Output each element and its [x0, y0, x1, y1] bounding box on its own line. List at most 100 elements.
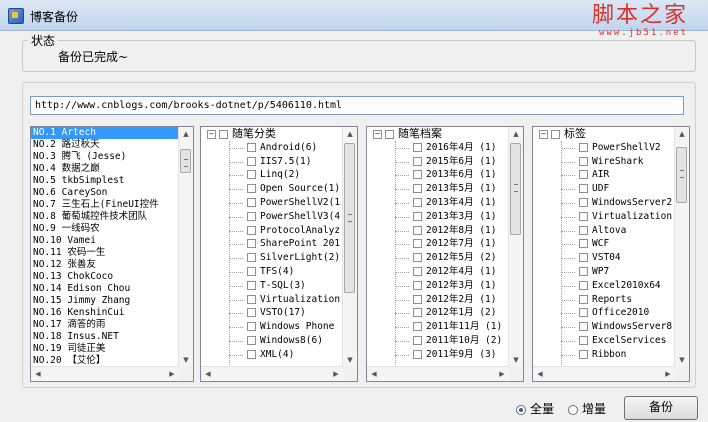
- checkbox[interactable]: [413, 156, 422, 166]
- tree-node[interactable]: Virtualization: [201, 293, 343, 307]
- scroll-down-icon[interactable]: ▼: [179, 353, 193, 367]
- blog-list-hscrollbar[interactable]: ◀ ▶: [31, 366, 179, 381]
- tags-tree[interactable]: − 标签 PowerShellV2 WireShark AIR UDF WindowsSe…: [532, 126, 690, 382]
- scroll-left-icon[interactable]: ◀: [201, 367, 215, 381]
- tree-node[interactable]: 2013年3月 (1): [367, 210, 509, 224]
- checkbox[interactable]: [579, 294, 588, 304]
- tree-node[interactable]: Ribbon: [533, 348, 675, 362]
- archive-tree-root[interactable]: − 随笔档案: [367, 127, 509, 141]
- checkbox[interactable]: [413, 308, 422, 318]
- checkbox[interactable]: [247, 349, 256, 359]
- checkbox[interactable]: [413, 349, 422, 359]
- tree-node[interactable]: Excel2010x64: [533, 279, 675, 293]
- tree-node[interactable]: 2013年5月 (1): [367, 182, 509, 196]
- tree-node[interactable]: 2011年9月 (3): [367, 348, 509, 362]
- blog-list-item[interactable]: NO.3 腾飞 (Jesse): [31, 151, 179, 163]
- tree-node[interactable]: 2013年6月 (1): [367, 168, 509, 182]
- scroll-up-icon[interactable]: ▲: [343, 127, 357, 141]
- checkbox[interactable]: [247, 142, 256, 152]
- blog-list-item[interactable]: NO.9 一线码农: [31, 223, 179, 235]
- tree-node[interactable]: 2015年6月 (1): [367, 155, 509, 169]
- collapse-icon[interactable]: −: [373, 129, 382, 139]
- full-backup-radio[interactable]: 全量: [516, 400, 554, 417]
- tree-node[interactable]: WindowsServer2: [533, 196, 675, 210]
- checkbox[interactable]: [247, 170, 256, 180]
- blog-list-item[interactable]: NO.10 Vamei: [31, 235, 179, 247]
- tree-node[interactable]: T-SQL(3): [201, 279, 343, 293]
- checkbox[interactable]: [579, 142, 588, 152]
- tree-node[interactable]: 2012年7月 (1): [367, 237, 509, 251]
- categories-vscrollbar[interactable]: ▲ ▼: [342, 127, 357, 367]
- tree-node[interactable]: AIR: [533, 168, 675, 182]
- checkbox[interactable]: [579, 266, 588, 276]
- checkbox[interactable]: [579, 280, 588, 290]
- tree-node[interactable]: 2011年11月 (1): [367, 320, 509, 334]
- url-input[interactable]: http://www.cnblogs.com/brooks-dotnet/p/5…: [30, 96, 684, 115]
- checkbox[interactable]: [247, 184, 256, 194]
- blog-list-item[interactable]: NO.12 张善友: [31, 259, 179, 271]
- tree-node[interactable]: Reports: [533, 293, 675, 307]
- blog-list-item[interactable]: NO.17 滴答的雨: [31, 319, 179, 331]
- checkbox[interactable]: [413, 225, 422, 235]
- blog-list-item[interactable]: NO.16 KenshinCui: [31, 307, 179, 319]
- blog-list-item[interactable]: NO.11 农码一生: [31, 247, 179, 259]
- blog-list-item[interactable]: NO.1 Artech: [31, 127, 179, 139]
- tree-node[interactable]: PowerShellV3(4: [201, 210, 343, 224]
- checkbox[interactable]: [247, 266, 256, 276]
- tree-node[interactable]: Altova: [533, 224, 675, 238]
- checkbox[interactable]: [413, 280, 422, 290]
- checkbox[interactable]: [413, 253, 422, 263]
- tree-node[interactable]: XML(4): [201, 348, 343, 362]
- tree-node[interactable]: 2012年8月 (1): [367, 224, 509, 238]
- scroll-up-icon[interactable]: ▲: [179, 127, 193, 141]
- tree-node[interactable]: ExcelServices: [533, 334, 675, 348]
- scroll-right-icon[interactable]: ▶: [329, 367, 343, 381]
- scroll-right-icon[interactable]: ▶: [495, 367, 509, 381]
- archive-vscrollbar[interactable]: ▲ ▼: [508, 127, 523, 367]
- scroll-right-icon[interactable]: ▶: [165, 367, 179, 381]
- tree-node[interactable]: 2012年5月 (2): [367, 251, 509, 265]
- tree-node[interactable]: IIS7.5(1): [201, 155, 343, 169]
- checkbox[interactable]: [413, 142, 422, 152]
- checkbox[interactable]: [413, 170, 422, 180]
- checkbox[interactable]: [579, 349, 588, 359]
- checkbox[interactable]: [247, 253, 256, 263]
- scroll-thumb[interactable]: [344, 143, 355, 293]
- checkbox[interactable]: [579, 184, 588, 194]
- blog-list-item[interactable]: NO.18 Insus.NET: [31, 331, 179, 343]
- scroll-thumb[interactable]: [510, 143, 521, 235]
- checkbox[interactable]: [413, 239, 422, 249]
- blog-list-vscrollbar[interactable]: ▲ ▼: [178, 127, 193, 367]
- checkbox[interactable]: [385, 129, 394, 139]
- tree-node[interactable]: WP7: [533, 265, 675, 279]
- blog-list-item[interactable]: NO.4 数据之巅: [31, 163, 179, 175]
- categories-hscrollbar[interactable]: ◀ ▶: [201, 366, 343, 381]
- radio-unselected-icon[interactable]: [568, 404, 578, 415]
- tree-node[interactable]: 2011年10月 (2): [367, 334, 509, 348]
- checkbox[interactable]: [413, 294, 422, 304]
- scroll-down-icon[interactable]: ▼: [343, 353, 357, 367]
- tree-node[interactable]: 2012年2月 (1): [367, 293, 509, 307]
- tree-node[interactable]: Virtualization: [533, 210, 675, 224]
- checkbox[interactable]: [579, 322, 588, 332]
- checkbox[interactable]: [413, 322, 422, 332]
- tree-node[interactable]: Office2010: [533, 306, 675, 320]
- categories-tree-root[interactable]: − 随笔分类: [201, 127, 343, 141]
- tags-vscrollbar[interactable]: ▲ ▼: [674, 127, 689, 367]
- tree-node[interactable]: UDF: [533, 182, 675, 196]
- checkbox[interactable]: [247, 156, 256, 166]
- checkbox[interactable]: [579, 170, 588, 180]
- checkbox[interactable]: [579, 253, 588, 263]
- checkbox[interactable]: [579, 225, 588, 235]
- checkbox[interactable]: [579, 335, 588, 345]
- scroll-thumb[interactable]: [676, 147, 687, 203]
- scroll-up-icon[interactable]: ▲: [675, 127, 689, 141]
- scroll-down-icon[interactable]: ▼: [509, 353, 523, 367]
- tree-node[interactable]: WCF: [533, 237, 675, 251]
- blog-list-item[interactable]: NO.8 葡萄城控件技术团队: [31, 211, 179, 223]
- checkbox[interactable]: [219, 129, 228, 139]
- checkbox[interactable]: [579, 308, 588, 318]
- tree-node[interactable]: Android(6): [201, 141, 343, 155]
- checkbox[interactable]: [579, 211, 588, 221]
- checkbox[interactable]: [247, 294, 256, 304]
